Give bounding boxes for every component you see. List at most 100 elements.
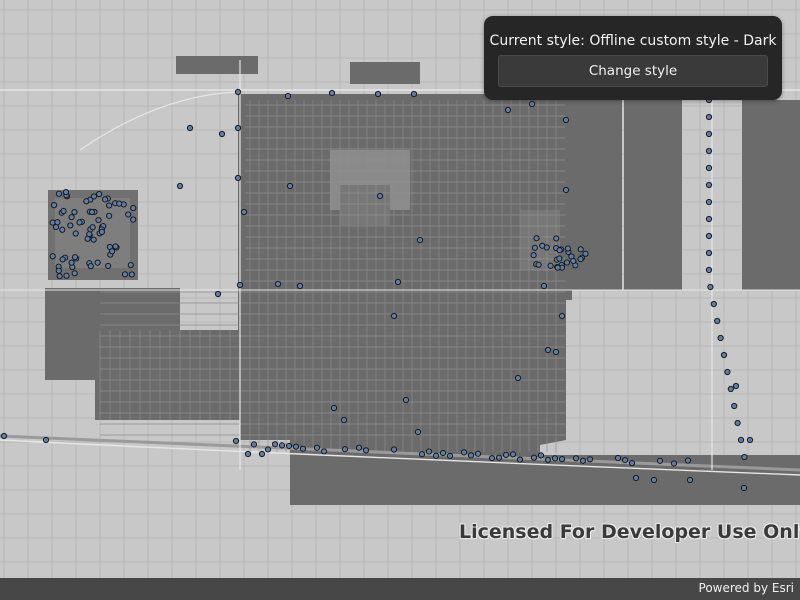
- feature-point: [320, 448, 328, 455]
- feature-point: [686, 476, 694, 484]
- feature-point: [374, 90, 382, 98]
- feature-point: [72, 230, 79, 237]
- feature-point: [340, 416, 348, 424]
- feature-point: [89, 224, 96, 231]
- feature-point: [130, 216, 137, 223]
- feature-point: [125, 211, 132, 218]
- feature-point: [127, 262, 134, 269]
- feature-point: [537, 452, 545, 459]
- feature-point: [105, 262, 112, 270]
- feature-point: [705, 266, 713, 274]
- feature-point: [83, 198, 90, 205]
- feature-point: [670, 460, 678, 467]
- feature-point: [684, 457, 692, 464]
- feature-point: [264, 446, 272, 453]
- feature-point: [416, 236, 424, 244]
- feature-point: [528, 100, 536, 108]
- feature-point: [274, 280, 282, 288]
- feature-point: [88, 208, 96, 216]
- developer-license-watermark: Licensed For Developer Use Only: [459, 521, 800, 543]
- feature-point: [707, 283, 714, 291]
- feature-point: [586, 456, 594, 463]
- feature-point: [94, 259, 101, 266]
- feature-point: [741, 453, 748, 461]
- feature-point: [556, 255, 563, 262]
- feature-point: [68, 259, 75, 266]
- feature-point: [530, 252, 537, 259]
- feature-point: [271, 441, 279, 448]
- feature-point: [628, 460, 636, 467]
- powered-by-esri-link[interactable]: Powered by Esri: [699, 581, 794, 595]
- feature-point: [558, 312, 566, 320]
- feature-point: [236, 281, 244, 289]
- feature-point: [509, 451, 517, 458]
- feature-point: [112, 243, 119, 250]
- feature-point: [390, 312, 398, 320]
- urban-areas: [45, 56, 800, 505]
- road-diagonal: [79, 91, 239, 151]
- feature-point: [130, 204, 137, 212]
- feature-point: [71, 254, 79, 261]
- feature-point: [67, 222, 74, 229]
- feature-point: [402, 396, 410, 404]
- feature-point: [128, 271, 135, 278]
- feature-point: [720, 351, 728, 359]
- feature-point: [432, 452, 440, 459]
- feature-point: [218, 130, 226, 138]
- feature-point: [258, 450, 266, 458]
- feature-point: [632, 474, 640, 482]
- feature-point: [90, 193, 98, 200]
- feature-point: [186, 124, 194, 132]
- feature-point: [390, 446, 398, 453]
- feature-point: [727, 385, 734, 393]
- feature-point: [232, 437, 240, 445]
- feature-point: [705, 113, 713, 121]
- feature-point: [284, 92, 292, 100]
- feature-point: [577, 255, 584, 263]
- feature-point: [467, 452, 475, 459]
- current-style-label: Current style: Offline custom style - Da…: [489, 33, 777, 49]
- feature-point: [504, 106, 512, 114]
- feature-point: [68, 214, 75, 221]
- feature-point: [572, 455, 580, 462]
- feature-point: [474, 450, 482, 457]
- feature-point: [731, 402, 738, 410]
- feature-point: [87, 263, 94, 270]
- feature-point: [530, 454, 538, 461]
- feature-point: [540, 282, 548, 290]
- feature-point: [71, 209, 78, 216]
- feature-point: [740, 484, 748, 492]
- feature-point: [539, 242, 546, 249]
- urban-area-south: [290, 455, 800, 505]
- feature-point: [514, 374, 522, 382]
- feature-point: [544, 346, 552, 354]
- feature-point: [544, 456, 552, 463]
- feature-point: [214, 290, 222, 298]
- feature-point: [553, 235, 560, 242]
- feature-point: [106, 202, 113, 209]
- feature-point: [116, 200, 123, 207]
- feature-point: [278, 442, 286, 449]
- feature-point: [650, 476, 658, 484]
- feature-point: [42, 436, 50, 444]
- feature-point: [394, 278, 402, 286]
- feature-point: [582, 250, 589, 257]
- feature-point: [55, 267, 62, 274]
- feature-point: [502, 451, 510, 458]
- feature-point: [62, 188, 70, 196]
- feature-point: [285, 442, 293, 450]
- feature-point: [50, 202, 58, 209]
- style-panel: Current style: Offline custom style - Da…: [484, 16, 782, 100]
- feature-point: [49, 253, 56, 260]
- feature-point: [240, 208, 248, 216]
- feature-point: [328, 89, 336, 97]
- urban-area-north-block: [350, 62, 420, 84]
- feature-point: [746, 436, 754, 444]
- feature-point: [558, 456, 566, 463]
- feature-point: [563, 259, 571, 266]
- feature-point: [376, 192, 384, 200]
- feature-point: [547, 262, 554, 269]
- change-style-button[interactable]: Change style: [498, 55, 768, 87]
- feature-point: [705, 232, 713, 240]
- feature-point: [552, 348, 560, 356]
